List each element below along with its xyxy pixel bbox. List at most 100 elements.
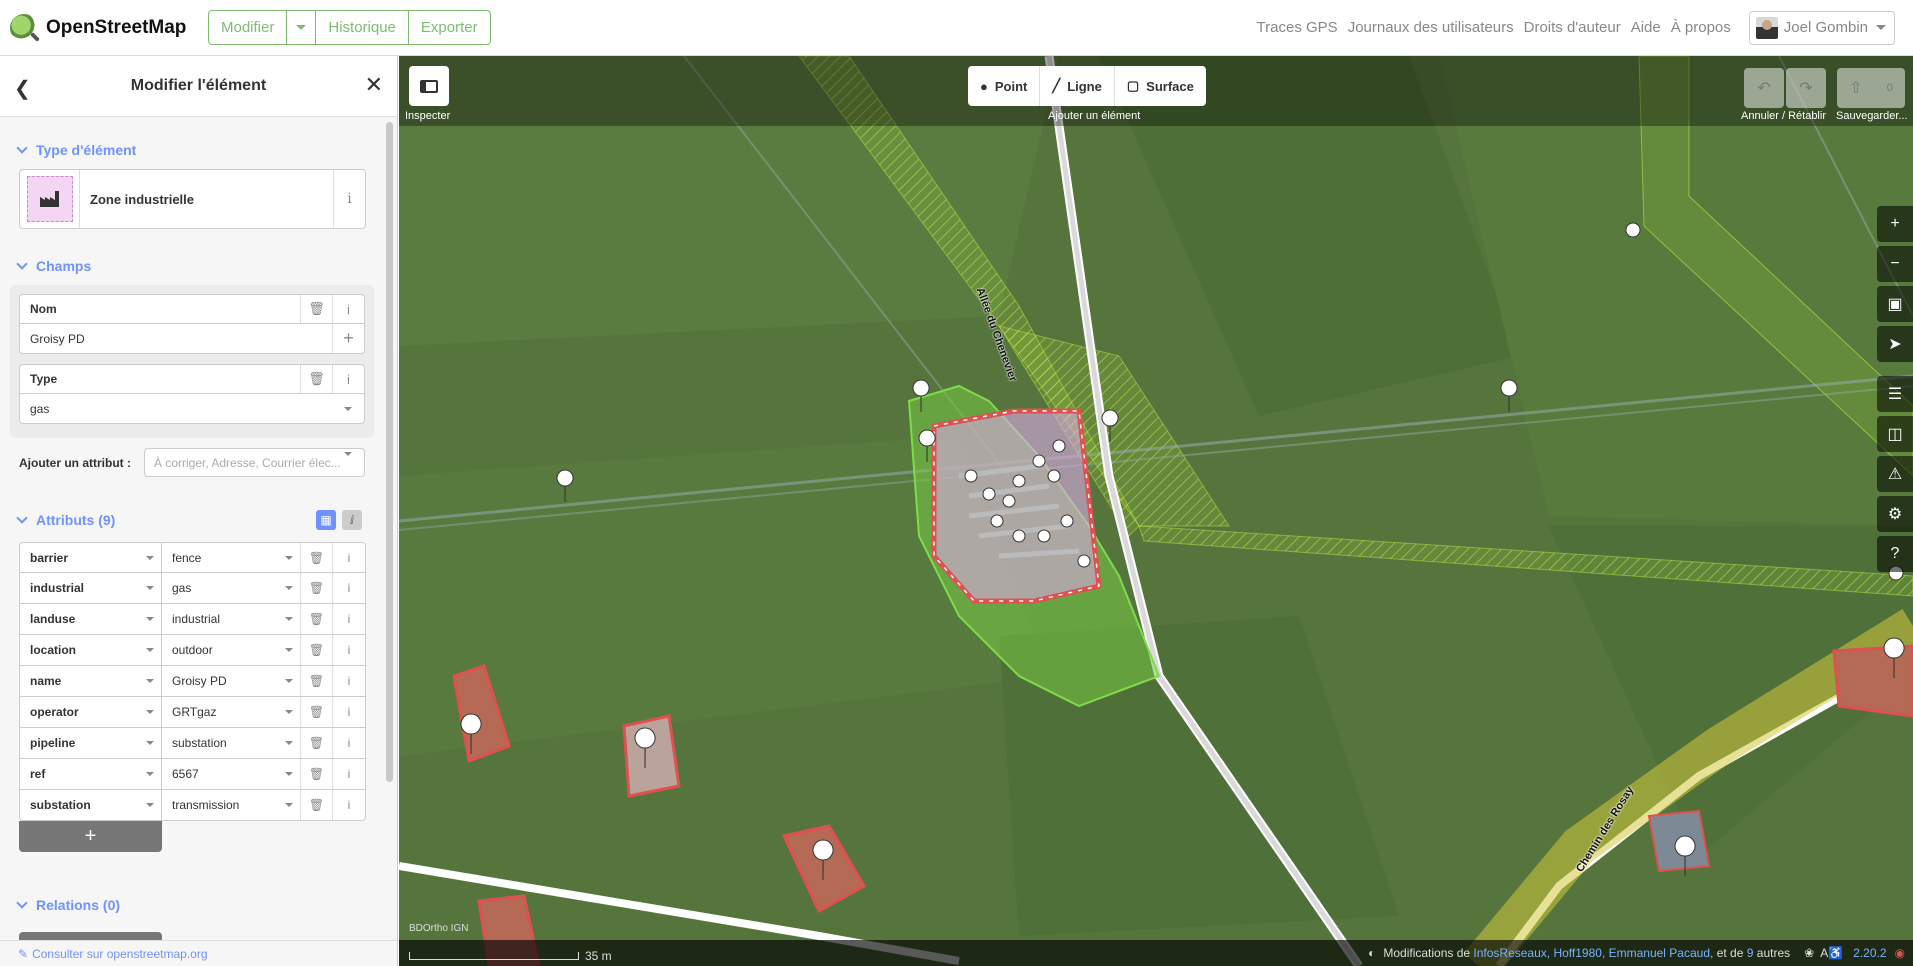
add-point-button[interactable]: ● Point [968,66,1041,106]
tag-value-input[interactable]: industrial [162,604,301,634]
tag-value-input[interactable]: substation [162,728,301,758]
edit-button[interactable]: Modifier [209,11,288,44]
trash-icon[interactable]: 🗑 [300,295,332,323]
nav-link-help[interactable]: Aide [1631,19,1661,36]
tag-key-input[interactable]: barrier [20,543,162,572]
info-icon[interactable]: i [333,170,365,228]
trash-icon[interactable]: 🗑 [301,790,333,820]
tag-row: barrier fence 🗑 i [19,542,366,573]
info-icon[interactable]: i [333,666,365,696]
plus-icon[interactable]: + [332,324,364,353]
zoom-in-button[interactable]: + [1877,206,1913,242]
list-view-icon[interactable]: ▦ [316,510,336,530]
attribution-users[interactable]: InfosReseaux, Hoff1980, Emmanuel Pacaud, [1473,946,1713,960]
trash-icon[interactable]: 🗑 [301,604,333,634]
zoom-out-button[interactable]: − [1877,246,1913,282]
background-pane-button[interactable]: ☰ [1877,376,1913,412]
chevron-down-icon [139,679,161,683]
nav-link-user-diaries[interactable]: Journaux des utilisateurs [1348,19,1514,36]
nav-link-copyright[interactable]: Droits d'auteur [1524,19,1621,36]
info-icon[interactable]: i [333,635,365,665]
info-icon[interactable]: i [332,295,364,323]
zoom-to-selection-button[interactable]: ▣ [1877,286,1913,322]
back-icon[interactable]: ❮ [14,76,31,101]
tag-value-input[interactable]: transmission [162,790,301,820]
info-icon[interactable]: i [333,728,365,758]
info-icon[interactable]: i [333,604,365,634]
help-pane-button[interactable]: ? [1877,536,1913,572]
tag-key-input[interactable]: industrial [20,573,162,603]
undo-button[interactable]: ↶ [1744,68,1784,108]
fields-section-toggle[interactable]: Champs [16,255,397,277]
tag-key: landuse [30,612,76,626]
tag-row: name Groisy PD 🗑 i [19,666,366,697]
map-area[interactable]: Allée du Chenevier Chemin des Rosay Insp… [399,56,1913,966]
tag-key-input[interactable]: landuse [20,604,162,634]
trash-icon[interactable]: 🗑 [301,666,333,696]
export-button[interactable]: Exporter [409,11,490,44]
tag-key-input[interactable]: location [20,635,162,665]
scale-bar[interactable] [409,952,579,960]
trash-icon[interactable]: 🗑 [301,573,333,603]
preferences-pane-button[interactable]: ⚙ [1877,496,1913,532]
nav-link-about[interactable]: À propos [1671,19,1731,36]
map-data-pane-button[interactable]: ◫ [1877,416,1913,452]
tag-key-input[interactable]: substation [20,790,162,820]
issues-pane-button[interactable]: ⚠ [1877,456,1913,492]
preset-section-toggle[interactable]: Type d'élément [16,139,397,161]
gift-icon[interactable]: ◉ [1895,946,1905,960]
view-on-osm-link[interactable]: Consulter sur openstreetmap.org [32,947,207,961]
user-menu[interactable]: Joel Gombin [1748,10,1895,45]
version-label[interactable]: 2.20.2 [1853,946,1886,960]
trash-icon[interactable]: 🗑 [301,635,333,665]
tag-key: name [30,674,62,688]
geolocate-button[interactable]: ➤ [1877,326,1913,362]
osm-logo[interactable]: OpenStreetMap [10,13,200,42]
relations-section-toggle[interactable]: Relations (0) [16,894,397,916]
type-combo[interactable]: gas [19,394,365,424]
tag-key-input[interactable]: operator [20,697,162,727]
sidebar-scrollbar[interactable] [386,122,393,782]
save-button[interactable]: ⇧ 0 [1837,68,1905,108]
info-icon[interactable]: i [333,790,365,820]
tags-section-toggle[interactable]: Attributs (9) [16,509,115,531]
tag-value-input[interactable]: fence [162,543,301,572]
bug-icon[interactable]: ❀ [1804,946,1814,960]
tag-key-input[interactable]: pipeline [20,728,162,758]
info-icon[interactable]: i [333,543,365,572]
tag-key-input[interactable]: name [20,666,162,696]
trash-icon[interactable]: 🗑 [301,759,333,789]
tag-value-input[interactable]: 6567 [162,759,301,789]
secondary-nav: Traces GPS Journaux des utilisateurs Dro… [1257,10,1913,45]
nav-link-gps-traces[interactable]: Traces GPS [1257,19,1338,36]
name-input[interactable]: Groisy PD + [19,324,365,354]
close-icon[interactable]: ✕ [365,72,383,98]
trash-icon[interactable]: 🗑 [301,697,333,727]
add-area-button[interactable]: ▢ Surface [1115,66,1206,106]
add-line-button[interactable]: ╱ Ligne [1040,66,1115,106]
attribution-count[interactable]: 9 [1747,946,1754,960]
trash-icon[interactable]: 🗑 [301,728,333,758]
info-icon[interactable]: i [333,759,365,789]
tag-value-input[interactable]: gas [162,573,301,603]
tag-value-input[interactable]: Groisy PD [162,666,301,696]
add-tag-button[interactable]: + [19,821,162,852]
trash-icon[interactable]: 🗑 [301,543,333,572]
edit-menu-toggle[interactable] [287,11,317,44]
tag-value-input[interactable]: outdoor [162,635,301,665]
info-icon[interactable]: i [333,697,365,727]
add-field-input[interactable]: À corriger, Adresse, Courrier élec... [144,448,365,477]
text-view-icon[interactable]: ⅈ [342,510,362,530]
history-button[interactable]: Historique [316,11,409,44]
info-icon[interactable]: i [332,365,364,393]
tag-key-input[interactable]: ref [20,759,162,789]
inspector-toggle-button[interactable] [409,66,449,106]
trash-icon[interactable]: 🗑 [300,365,332,393]
accessibility-icon[interactable]: A♿ [1820,946,1843,960]
tag-value: industrial [172,612,221,626]
imagery-attribution[interactable]: BDOrtho IGN [409,923,468,934]
tag-value-input[interactable]: GRTgaz [162,697,301,727]
redo-button[interactable]: ↷ [1786,68,1826,108]
info-icon[interactable]: i [333,573,365,603]
preset-selector[interactable]: Zone industrielle i [19,169,366,229]
